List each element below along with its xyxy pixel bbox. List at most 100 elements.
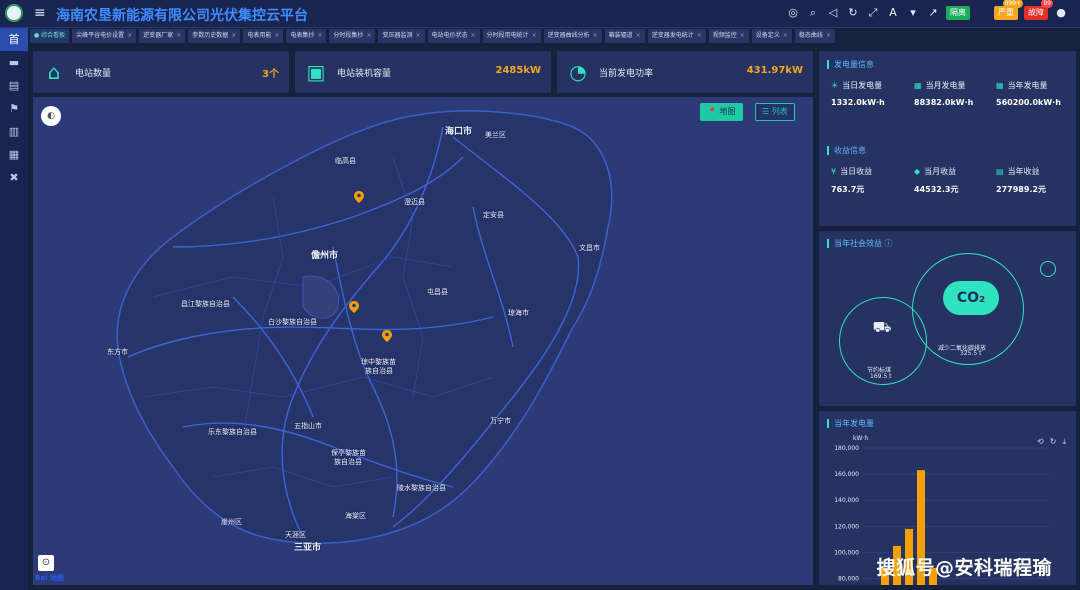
current-power-value: 431.97kW (746, 65, 803, 76)
y-tick-label: 100,000 (834, 549, 859, 556)
speaker-icon[interactable]: ◁ (826, 6, 840, 20)
tab-close-icon[interactable]: × (127, 32, 132, 39)
refresh-icon[interactable]: ↻ (846, 6, 860, 20)
user-icon[interactable]: ● (1054, 6, 1068, 20)
severe-count: 999+ (1002, 0, 1023, 8)
daily-revenue: ¥ 当日收益 763.7元 (831, 167, 873, 194)
tab-close-icon[interactable]: × (274, 32, 279, 39)
tab-4[interactable]: 电表用能 × (243, 29, 284, 43)
rail-report-icon[interactable]: ▤ (0, 74, 28, 97)
tab-close-icon[interactable]: × (697, 32, 702, 39)
rail-device-icon[interactable]: ▬ (0, 51, 28, 74)
tab-12[interactable]: 逆变器发电统计 × (647, 29, 706, 43)
station-map[interactable]: ◐ 📍 地图 ☰ 列表 海口市 美兰区 临高县 澄迈县 定安县 儋州市 文昌市 … (33, 97, 813, 585)
rail-table-icon[interactable]: ▥ (0, 120, 28, 143)
rail-flag-icon[interactable]: ⚑ (0, 97, 28, 120)
station-pin-icon[interactable] (349, 301, 359, 313)
tab-close-icon[interactable]: × (783, 32, 788, 39)
tab-close-icon[interactable]: × (593, 32, 598, 39)
map-view-button[interactable]: 📍 地图 (700, 103, 743, 121)
compass-icon[interactable]: ◐ (41, 106, 61, 126)
tab-7[interactable]: 变压器监测 × (378, 29, 425, 43)
tab-close-icon[interactable]: × (366, 32, 371, 39)
globe-icon[interactable]: ◎ (786, 6, 800, 20)
calendar-icon: ▦ (996, 81, 1004, 90)
moneybag-icon: ◆ (914, 167, 921, 176)
revenue-info-title: 收益信息 (827, 146, 866, 155)
fault-alarm-badge[interactable]: 故障 99 (1024, 0, 1053, 20)
tab-close-icon[interactable]: × (826, 32, 831, 39)
tab-close-icon[interactable]: × (636, 32, 641, 39)
monthly-revenue: ◆ 当月收益 44532.3元 (914, 167, 959, 194)
coal-value: 169.5 t (870, 373, 892, 380)
tab-6[interactable]: 分时段集抄 × (329, 29, 376, 43)
tab-8[interactable]: 电站电价状态 × (427, 29, 480, 43)
tab-10[interactable]: 逆变器曲线分析 × (543, 29, 602, 43)
tab-close-icon[interactable]: × (740, 32, 745, 39)
map-label: 三亚市 (294, 543, 322, 553)
toolbar-icons: ◎ ⌕ ◁ ↻ ⤢ A ▾ ↗ 隔离 严重 999+ 故障 99 ● (786, 0, 1068, 20)
station-pin-icon[interactable] (382, 330, 392, 342)
map-label: 临高县 (335, 157, 356, 165)
map-label: 昌江黎族自治县 (181, 300, 230, 308)
station-pin-icon[interactable] (354, 191, 364, 203)
rail-grid-icon[interactable]: ▦ (0, 143, 28, 166)
trend-icon[interactable]: ↗ (926, 6, 940, 20)
installed-capacity-label: 电站装机容量 (337, 69, 392, 79)
fullscreen-icon[interactable]: ⤢ (866, 6, 880, 20)
tab-13[interactable]: 视频监控 × (708, 29, 749, 43)
tab-close-icon[interactable]: × (471, 32, 476, 39)
map-label: 海口市 (445, 127, 473, 137)
y-tick-label: 160,000 (834, 471, 859, 478)
installed-capacity-value: 2485kW (495, 65, 541, 76)
info-icon[interactable]: ⓘ (885, 239, 893, 248)
search-icon[interactable]: ⌕ (806, 6, 820, 20)
tab-9[interactable]: 分时段用电统计 × (482, 29, 541, 43)
tab-close-icon[interactable]: × (317, 32, 322, 39)
list-view-button[interactable]: ☰ 列表 (755, 103, 795, 121)
tab-14[interactable]: 设备定义 × (751, 29, 792, 43)
installed-capacity-card: ▣ 电站装机容量 2485kW (295, 51, 551, 93)
tab-close-icon[interactable]: × (415, 32, 420, 39)
translate-icon[interactable]: A (886, 6, 900, 20)
y-tick-label: 140,000 (834, 497, 859, 504)
yearly-revenue: ▤ 当年收益 277989.2元 (996, 167, 1047, 194)
tab-close-icon[interactable]: × (176, 32, 181, 39)
yearly-generation: ▦ 当年发电量 560200.0kW·h (996, 81, 1061, 107)
tab-close-icon[interactable]: × (532, 32, 537, 39)
map-label: 文昌市 (579, 244, 600, 252)
y-tick-label: 180,000 (834, 445, 859, 452)
shirt-icon[interactable]: ▾ (906, 6, 920, 20)
severe-alarm-badge[interactable]: 严重 999+ (994, 0, 1023, 20)
watermark-text: 搜狐号@安科瑞程瑜 (876, 557, 1052, 579)
baidu-map-logo: Bai 地图 (35, 574, 64, 582)
locate-icon[interactable]: ⊙ (38, 555, 54, 571)
tab-5[interactable]: 电表集抄 × (286, 29, 327, 43)
menu-toggle-icon[interactable]: ≡ (34, 6, 46, 20)
company-logo (5, 4, 23, 22)
tab-0[interactable]: ● 综合看板 (30, 29, 70, 43)
station-count-value: 3个 (262, 69, 279, 80)
tab-close-icon[interactable]: × (231, 32, 236, 39)
isolation-badge[interactable]: 隔离 (946, 6, 970, 20)
map-label: 乐东黎族自治县 (208, 428, 257, 436)
rail-home-icon[interactable]: 首 (0, 28, 28, 51)
map-label: 澄迈县 (404, 198, 425, 206)
tab-15[interactable]: 稳态曲线 × (794, 29, 835, 43)
sun-icon: ☀ (831, 81, 839, 90)
current-power-card: ◔ 当前发电功率 431.97kW (557, 51, 813, 93)
map-label: 陵水黎族自治县 (397, 484, 446, 492)
tab-3[interactable]: 参数历史数据 × (188, 29, 241, 43)
tab-2[interactable]: 逆变器厂家 × (139, 29, 186, 43)
tab-11[interactable]: 箱装辐道 × (604, 29, 645, 43)
tab-1[interactable]: 尖峰平谷电价设置 × (72, 29, 137, 43)
top-bar: ≡ 海南农垦新能源有限公司光伏集控云平台 ◎ ⌕ ◁ ↻ ⤢ A ▾ ↗ 隔离 … (0, 0, 1080, 28)
calendar-icon: ▦ (914, 81, 922, 90)
left-rail: 首 ▬ ▤ ⚑ ▥ ▦ ✖ (0, 28, 28, 590)
co2-value: 325.5 t (960, 350, 982, 357)
map-label: 白沙黎族自治县 (268, 318, 317, 326)
rail-tools-icon[interactable]: ✖ (0, 166, 28, 189)
monthly-generation: ▦ 当月发电量 88382.0kW·h (914, 81, 974, 107)
y-tick-label: 80,000 (838, 575, 859, 582)
small-bubble (1040, 261, 1056, 277)
